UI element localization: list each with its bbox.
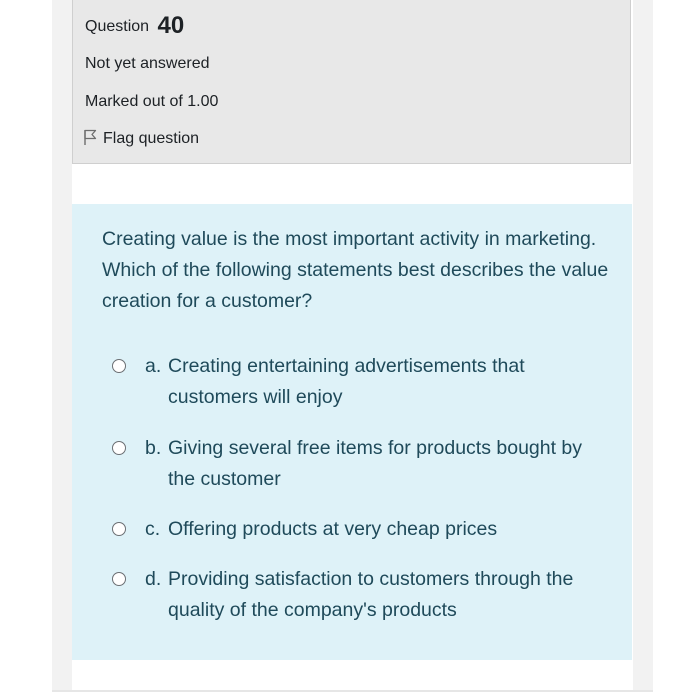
question-heading: Question 40	[85, 12, 184, 40]
answer-letter: b.	[145, 437, 162, 459]
radio-button-d[interactable]	[112, 572, 126, 586]
answer-option-b[interactable]: b. Giving several free items for product…	[112, 433, 612, 497]
answer-letter: d.	[145, 568, 162, 590]
flag-question-label: Flag question	[103, 130, 200, 147]
flag-question-link[interactable]: Flag question	[83, 129, 199, 148]
left-gutter	[52, 0, 72, 692]
flag-icon	[84, 129, 97, 145]
answer-letter: a.	[145, 355, 162, 377]
question-number: 40	[157, 12, 185, 39]
radio-button-c[interactable]	[112, 522, 126, 536]
answer-option-d[interactable]: d. Providing satisfaction to customers t…	[112, 564, 612, 628]
answer-state: Not yet answered	[85, 55, 210, 72]
answer-option-c[interactable]: c. Offering products at very cheap price…	[112, 514, 612, 546]
question-content-panel: Creating value is the most important act…	[72, 204, 632, 660]
question-text: Creating value is the most important act…	[102, 228, 609, 312]
answer-option-a[interactable]: a. Creating entertaining advertisements …	[112, 351, 612, 415]
question-label: Question	[85, 18, 150, 35]
question-info-panel: Question 40 Not yet answered Marked out …	[72, 0, 631, 164]
answer-text: Offering products at very cheap prices	[168, 518, 498, 540]
radio-button-a[interactable]	[112, 359, 126, 373]
quiz-page: Question 40 Not yet answered Marked out …	[0, 0, 700, 692]
right-gutter	[633, 0, 653, 692]
answer-text: Creating entertaining advertisements tha…	[168, 355, 525, 408]
answer-text: Providing satisfaction to customers thro…	[168, 568, 574, 621]
grade-info: Marked out of 1.00	[85, 93, 219, 110]
radio-button-b[interactable]	[112, 441, 126, 455]
answer-letter: c.	[145, 518, 161, 540]
answer-text: Giving several free items for products b…	[168, 437, 583, 490]
